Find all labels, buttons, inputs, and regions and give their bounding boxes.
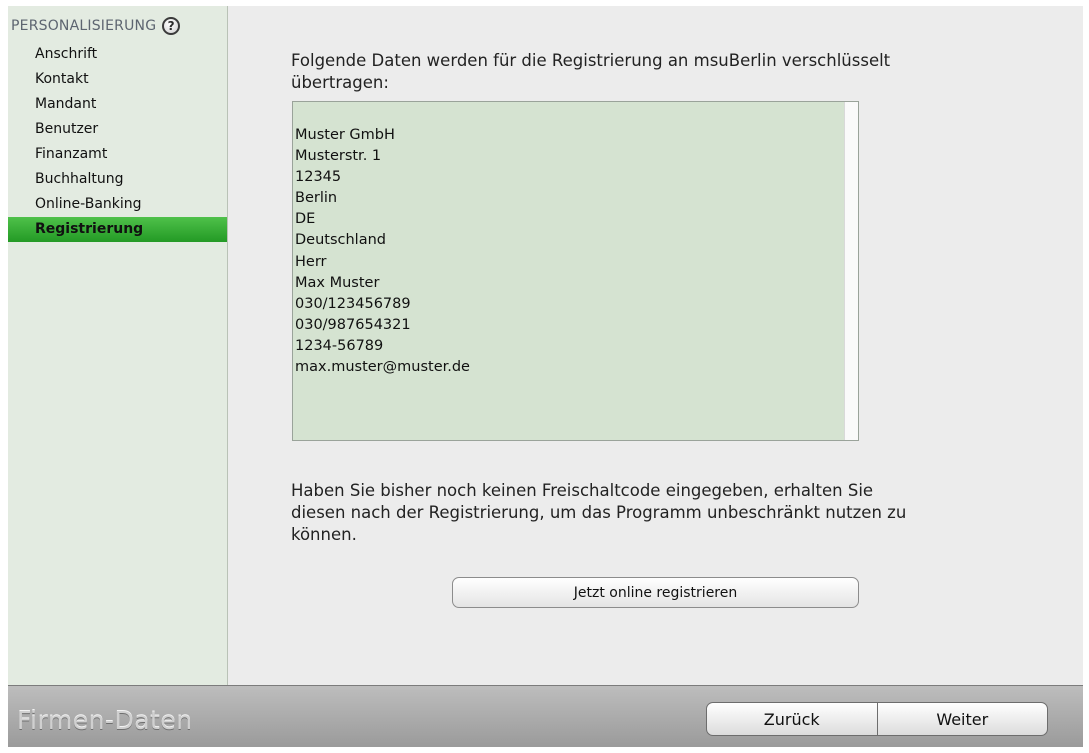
sidebar-list: Anschrift Kontakt Mandant Benutzer Finan…: [8, 42, 227, 242]
sidebar-item-online-banking[interactable]: Online-Banking: [8, 192, 227, 217]
sidebar-heading-label: PERSONALISIERUNG: [11, 18, 157, 34]
back-button[interactable]: Zurück: [707, 703, 877, 735]
intro-text: Folgende Daten werden für die Registrier…: [291, 51, 891, 92]
sidebar-item-kontakt[interactable]: Kontakt: [8, 67, 227, 92]
data-line: max.muster@muster.de: [295, 359, 470, 376]
sidebar-heading: PERSONALISIERUNG ?: [11, 16, 181, 36]
data-line: 030/123456789: [295, 295, 411, 312]
data-line: Muster GmbH: [295, 127, 395, 143]
data-box-scrollbar[interactable]: [844, 102, 858, 440]
sidebar-item-registrierung[interactable]: Registrierung: [8, 217, 227, 242]
data-line: Herr: [295, 253, 327, 270]
data-line: 1234-56789: [295, 337, 384, 354]
data-line: 12345: [295, 169, 342, 186]
data-line: Max Muster: [295, 274, 380, 291]
data-line: Berlin: [295, 190, 338, 207]
data-line: Deutschland: [295, 232, 386, 249]
footer-bar: Firmen-Daten Zurück Weiter: [8, 685, 1083, 747]
window: PERSONALISIERUNG ? Anschrift Kontakt Man…: [8, 6, 1083, 747]
data-line: DE: [295, 211, 316, 228]
sidebar-item-anschrift[interactable]: Anschrift: [8, 42, 227, 67]
main-panel: Folgende Daten werden für die Registrier…: [228, 6, 1083, 685]
sidebar: PERSONALISIERUNG ? Anschrift Kontakt Man…: [8, 6, 228, 685]
navigation-button-group: Zurück Weiter: [706, 702, 1048, 736]
sidebar-item-benutzer[interactable]: Benutzer: [8, 117, 227, 142]
registration-data-box[interactable]: Muster GmbH Musterstr. 1 12345 Berlin DE…: [292, 101, 859, 441]
help-icon[interactable]: ?: [162, 17, 181, 35]
sidebar-item-buchhaltung[interactable]: Buchhaltung: [8, 167, 227, 192]
data-line: 030/987654321: [295, 316, 411, 333]
footer-title: Firmen-Daten: [17, 706, 193, 735]
info-text: Haben Sie bisher noch keinen Freischaltc…: [291, 481, 907, 544]
next-button[interactable]: Weiter: [878, 703, 1048, 735]
sidebar-item-finanzamt[interactable]: Finanzamt: [8, 142, 227, 167]
registration-data-list: Muster GmbH Musterstr. 1 12345 Berlin DE…: [293, 125, 470, 378]
sidebar-item-mandant[interactable]: Mandant: [8, 92, 227, 117]
register-online-button[interactable]: Jetzt online registrieren: [452, 577, 859, 608]
data-line: Musterstr. 1: [295, 148, 382, 165]
